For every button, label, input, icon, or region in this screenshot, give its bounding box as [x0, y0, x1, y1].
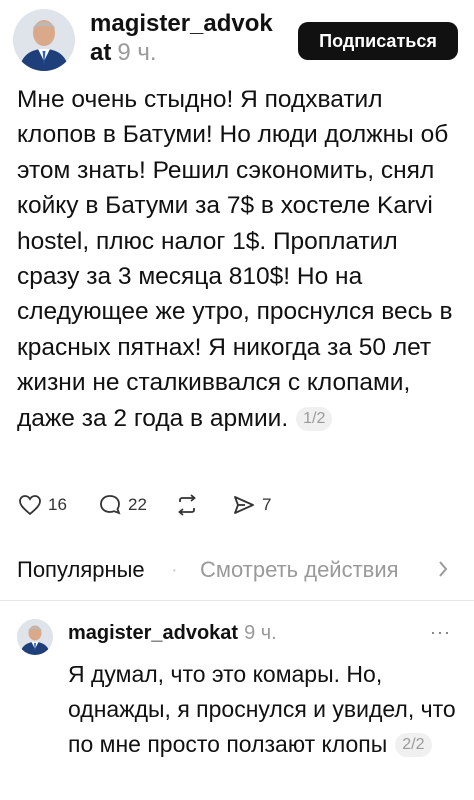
share-icon: [234, 496, 254, 514]
repost-icon: [178, 494, 196, 516]
chevron-right-icon[interactable]: [437, 559, 449, 584]
subscribe-button[interactable]: Подписаться: [298, 22, 458, 60]
repost-button[interactable]: [174, 492, 200, 518]
post-author[interactable]: magister_advok at 9 ч.: [90, 9, 280, 67]
post-time: 9 ч.: [117, 39, 157, 66]
reply-author[interactable]: magister_advokat 9 ч.: [68, 622, 277, 645]
reply-text: Я думал, что это комары. Но, однажды, я …: [68, 657, 458, 762]
reply-author-name[interactable]: magister_advokat: [68, 622, 238, 644]
post-pager: 1/2: [296, 406, 333, 431]
share-count: 7: [262, 495, 272, 514]
share-button[interactable]: 7: [232, 492, 271, 518]
tab-popular[interactable]: Популярные: [17, 557, 145, 583]
comment-icon: [100, 495, 121, 515]
see-actions-link[interactable]: Смотреть действия: [200, 557, 399, 583]
tab-separator: ·: [171, 559, 178, 581]
comment-count: 22: [128, 495, 147, 514]
reply-avatar[interactable]: [17, 619, 53, 655]
avatar[interactable]: [13, 9, 75, 71]
like-button[interactable]: 16: [18, 492, 67, 518]
post-header: magister_advok at 9 ч. Подписаться: [0, 0, 474, 80]
more-options-icon[interactable]: ···: [430, 622, 451, 643]
heart-icon: [19, 495, 41, 516]
post-body: Мне очень стыдно! Я подхватил клопов в Б…: [17, 86, 453, 432]
comment-button[interactable]: 22: [98, 492, 147, 518]
replies-tabs: Популярные · Смотреть действия: [0, 550, 474, 594]
post-text: Мне очень стыдно! Я подхватил клопов в Б…: [17, 82, 462, 436]
divider: [0, 600, 474, 601]
reply-time: 9 ч.: [244, 622, 277, 644]
like-count: 16: [48, 495, 67, 514]
reply-pager: 2/2: [395, 733, 432, 757]
